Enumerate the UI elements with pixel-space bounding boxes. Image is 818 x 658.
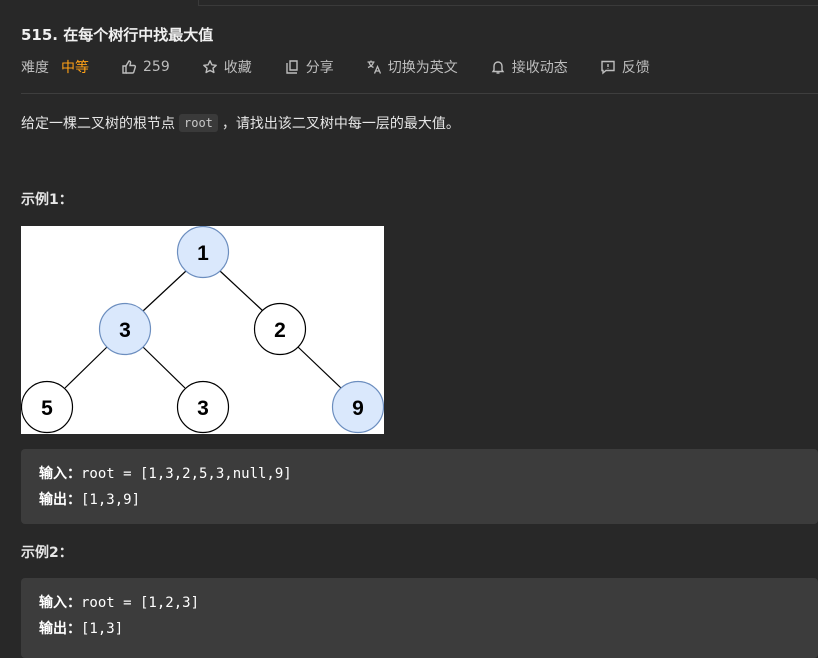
like-count: 259 bbox=[143, 59, 170, 75]
share-button[interactable]: 分享 bbox=[284, 57, 334, 77]
switch-language-button[interactable]: 切换为英文 bbox=[366, 57, 458, 77]
header-divider bbox=[21, 93, 818, 94]
output-label: 输出： bbox=[39, 492, 81, 508]
example1-input-line: 输入：root = [1,3,2,5,3,null,9] bbox=[39, 463, 292, 483]
tree-node-label: 2 bbox=[274, 319, 286, 342]
example2-output: [1,3] bbox=[81, 621, 124, 637]
top-strip bbox=[0, 0, 818, 6]
example2-input: root = [1,2,3] bbox=[81, 595, 200, 611]
example1-heading: 示例1： bbox=[21, 192, 73, 208]
top-edge bbox=[198, 0, 818, 6]
tree-edge bbox=[297, 346, 342, 389]
example1-output: [1,3,9] bbox=[81, 492, 141, 508]
input-label: 输入： bbox=[39, 595, 81, 611]
input-label: 输入： bbox=[39, 466, 81, 482]
translate-icon bbox=[367, 60, 381, 74]
bell-icon bbox=[491, 61, 505, 74]
favorite-button[interactable]: 收藏 bbox=[202, 57, 252, 77]
favorite-label: 收藏 bbox=[223, 60, 252, 76]
feedback-button[interactable]: 反馈 bbox=[600, 57, 650, 77]
tree-node-label: 1 bbox=[197, 242, 209, 265]
example2-output-line: 输出：[1,3] bbox=[39, 618, 123, 638]
problem-description: 给定一棵二叉树的根节点 root ，请找出该二叉树中每一层的最大值。 bbox=[21, 113, 460, 133]
subscribe-label: 接收动态 bbox=[511, 60, 568, 76]
tree-node-label: 9 bbox=[352, 397, 364, 420]
difficulty-label: 难度 bbox=[21, 60, 49, 76]
example2-code-block: 输入：root = [1,2,3] 输出：[1,3] bbox=[21, 578, 818, 658]
tree-edge bbox=[64, 346, 108, 389]
example1-input: root = [1,3,2,5,3,null,9] bbox=[81, 466, 292, 482]
tree-edge bbox=[142, 270, 187, 312]
binary-tree-diagram: 1 3 2 5 3 9 bbox=[20, 225, 385, 434]
subscribe-button[interactable]: 接收动态 bbox=[490, 57, 568, 77]
problem-meta-bar: 难度 中等 259 收藏 分享 切换为英文 接收动态 反馈 bbox=[21, 56, 682, 78]
example1-tree-image: 1 3 2 5 3 9 bbox=[20, 225, 385, 434]
thumbs-up-icon bbox=[122, 60, 137, 74]
tree-node-label: 3 bbox=[197, 397, 209, 420]
tree-edge bbox=[142, 346, 186, 389]
tree-node-label: 3 bbox=[119, 319, 131, 342]
feedback-label: 反馈 bbox=[621, 60, 650, 76]
like-button[interactable]: 259 bbox=[121, 59, 170, 75]
example1-code-block: 输入：root = [1,3,2,5,3,null,9] 输出：[1,3,9] bbox=[21, 449, 818, 524]
star-icon bbox=[202, 60, 217, 74]
share-icon bbox=[286, 60, 298, 74]
description-suffix: ，请找出该二叉树中每一层的最大值。 bbox=[221, 116, 460, 132]
example1-output-line: 输出：[1,3,9] bbox=[39, 489, 140, 509]
switch-language-label: 切换为英文 bbox=[387, 60, 458, 76]
description-prefix: 给定一棵二叉树的根节点 bbox=[21, 116, 175, 132]
example2-heading: 示例2： bbox=[21, 545, 73, 561]
feedback-icon bbox=[601, 60, 615, 75]
inline-code-root: root bbox=[179, 114, 218, 132]
example2-input-line: 输入：root = [1,2,3] bbox=[39, 592, 199, 612]
tree-edge bbox=[219, 270, 264, 312]
problem-title: 515. 在每个树行中找最大值 bbox=[21, 26, 214, 44]
share-label: 分享 bbox=[305, 60, 334, 76]
tree-node-label: 5 bbox=[41, 397, 53, 420]
difficulty-badge: 中等 bbox=[61, 60, 89, 76]
output-label: 输出： bbox=[39, 621, 81, 637]
